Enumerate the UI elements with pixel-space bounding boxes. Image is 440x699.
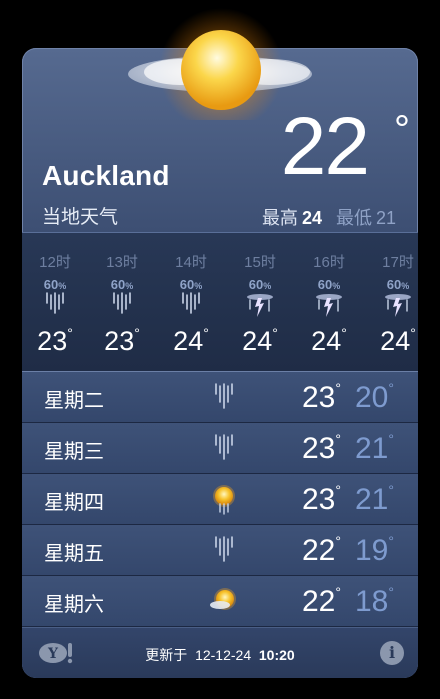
last-updated: 更新于 12-12-24 10:20: [145, 647, 295, 663]
precip-chance: 60%: [248, 277, 272, 292]
hour-time: 15时: [244, 254, 276, 271]
high-label: 最高: [261, 208, 298, 228]
day-high: 23°: [302, 380, 341, 414]
precip-chance: 60%: [43, 277, 67, 292]
precip-chance: 60%: [110, 277, 134, 292]
hour-column: 14时 60% 24°: [156, 233, 226, 371]
hour-time: 14时: [175, 254, 207, 271]
degree-symbol: °: [394, 108, 410, 152]
high-low: 最高 24 最低 21: [262, 204, 396, 230]
precip-chance: 60%: [386, 277, 410, 292]
rain-icon: [113, 292, 131, 314]
day-low: 21°: [355, 431, 394, 465]
forecast-day-row: 星期三 23° 21°: [22, 423, 418, 474]
hour-temperature: 24°: [311, 325, 347, 356]
hour-time: 16时: [313, 254, 345, 271]
thunderstorm-icon: [385, 294, 411, 317]
day-low: 19°: [355, 533, 394, 567]
low-label: 最低: [335, 208, 372, 228]
footer-bar: Y 更新于 12-12-24 10:20 i: [22, 627, 418, 678]
rain-icon: [215, 383, 233, 409]
hour-column: 16时 60% 24°: [294, 233, 364, 371]
hour-temperature: 23°: [104, 325, 140, 356]
forecast-day-row: 星期二 23° 20°: [22, 372, 418, 423]
hour-temperature: 24°: [173, 325, 209, 356]
day-name: 星期二: [44, 390, 104, 412]
thunderstorm-icon: [316, 294, 342, 317]
rain-icon: [46, 292, 64, 314]
thunderstorm-icon: [247, 294, 273, 317]
day-low: 20°: [355, 380, 394, 414]
local-weather-label: 当地天气: [42, 207, 119, 228]
hour-time: 13时: [106, 254, 138, 271]
hour-time: 17时: [382, 254, 414, 271]
day-high: 23°: [302, 431, 341, 465]
hourly-forecast[interactable]: 12时 60% 23° 13时 60% 23° 14时 60% 24° 15时 …: [22, 232, 418, 372]
day-name: 星期五: [44, 543, 104, 565]
hour-column: 15时 60% 24°: [225, 233, 295, 371]
low-value: 21: [375, 208, 396, 228]
high-value: 24: [301, 208, 322, 228]
city-name: Auckland: [42, 160, 170, 191]
hour-column: 17时 60% 24°: [363, 233, 418, 371]
hour-temperature: 23°: [37, 325, 73, 356]
forecast-day-row: 星期六 22° 18°: [22, 576, 418, 627]
precip-chance: 60%: [179, 277, 203, 292]
rain-icon: [215, 434, 233, 460]
info-button[interactable]: i: [380, 641, 404, 665]
day-high: 22°: [302, 584, 341, 618]
day-high: 22°: [302, 533, 341, 567]
forecast-day-row: 星期四 23° 21°: [22, 474, 418, 525]
sun-rain-icon: [213, 485, 235, 515]
forecast-day-row: 星期五 22° 19°: [22, 525, 418, 576]
current-conditions: Auckland 当地天气 22 ° 最高 24 最低 21: [22, 48, 418, 232]
hour-column: 12时 60% 23°: [22, 233, 90, 371]
precip-chance: 60%: [317, 277, 341, 292]
day-name: 星期六: [44, 594, 104, 616]
hour-temperature: 24°: [242, 325, 278, 356]
rain-icon: [182, 292, 200, 314]
partly-cloudy-sun-icon: [210, 588, 236, 610]
day-high: 23°: [302, 482, 341, 516]
day-name: 星期三: [44, 441, 104, 463]
hour-temperature: 24°: [380, 325, 416, 356]
day-low: 18°: [355, 584, 394, 618]
rain-icon: [215, 536, 233, 562]
hour-column: 13时 60% 23°: [87, 233, 157, 371]
weather-card: Auckland 当地天气 22 ° 最高 24 最低 21 12时 60% 23° …: [22, 48, 418, 678]
day-name: 星期四: [44, 492, 104, 514]
hour-time: 12时: [39, 254, 71, 271]
daily-forecast: 星期二 23° 20° 星期三 23° 21° 星期四 23° 21° 星期五 …: [22, 372, 418, 627]
current-temperature: 22: [280, 101, 370, 192]
day-low: 21°: [355, 482, 394, 516]
